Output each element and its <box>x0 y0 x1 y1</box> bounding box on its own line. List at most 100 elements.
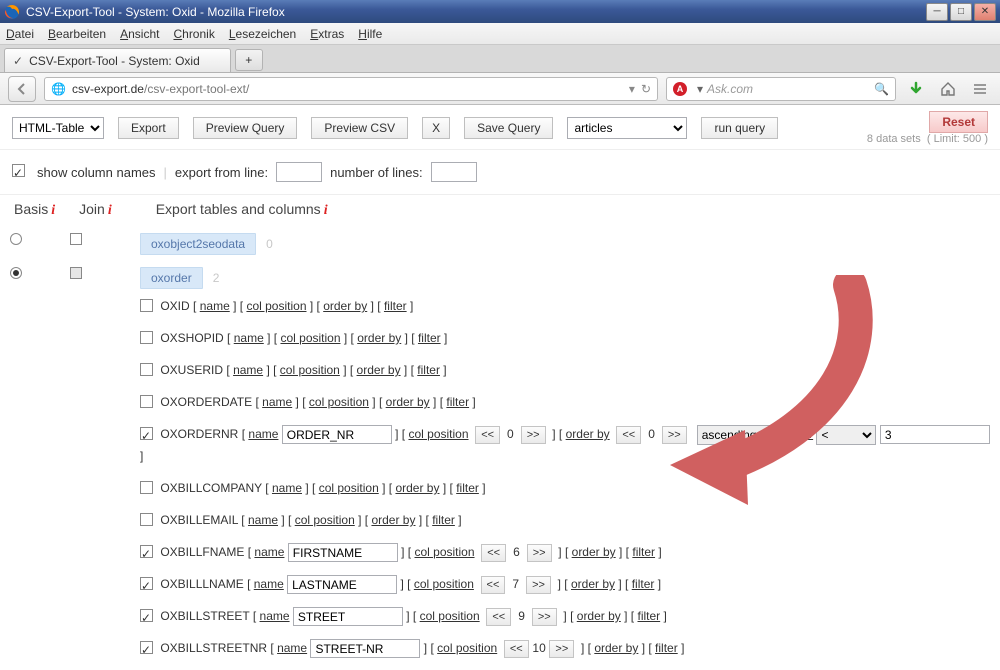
filter-link[interactable]: filter <box>418 331 441 345</box>
menu-item[interactable]: Chronik <box>173 27 214 41</box>
preview-query-button[interactable]: Preview Query <box>193 117 298 139</box>
colpos-link[interactable]: col position <box>280 363 340 377</box>
colpos-link[interactable]: col position <box>280 331 340 345</box>
colpos-link[interactable]: col position <box>437 641 497 655</box>
orderby-link[interactable]: order by <box>571 577 615 591</box>
alias-input[interactable] <box>287 575 397 594</box>
colpos-link[interactable]: col position <box>420 609 480 623</box>
colpos-link[interactable]: col position <box>246 299 306 313</box>
name-link[interactable]: name <box>254 577 284 591</box>
menu-item[interactable]: Ansicht <box>120 27 159 41</box>
order-dec-button[interactable]: << <box>616 426 641 444</box>
orderby-link[interactable]: order by <box>395 481 439 495</box>
filter-link[interactable]: filter <box>446 395 469 409</box>
name-link[interactable]: name <box>234 331 264 345</box>
orderby-link[interactable]: order by <box>572 545 616 559</box>
show-columns-checkbox[interactable] <box>12 164 25 177</box>
num-lines-input[interactable] <box>431 162 477 182</box>
pos-dec-button[interactable]: << <box>486 608 511 626</box>
search-icon[interactable]: 🔍 <box>874 82 889 96</box>
filter-value-input[interactable] <box>880 425 990 444</box>
orderby-link[interactable]: order by <box>386 395 430 409</box>
window-minimize-button[interactable]: ─ <box>926 3 948 21</box>
alias-input[interactable] <box>293 607 403 626</box>
pos-dec-button[interactable]: << <box>475 426 500 444</box>
filter-link[interactable]: filter <box>384 299 407 313</box>
pos-inc-button[interactable]: >> <box>526 576 551 594</box>
search-bar[interactable]: A ▾ Ask.com 🔍 <box>666 77 896 101</box>
clear-button[interactable]: X <box>422 117 450 139</box>
colpos-link[interactable]: col position <box>309 395 369 409</box>
menu-item[interactable]: Hilfe <box>358 27 382 41</box>
menu-item[interactable]: Extras <box>310 27 344 41</box>
column-checkbox[interactable] <box>140 513 153 526</box>
colpos-link[interactable]: col position <box>414 545 474 559</box>
format-select[interactable]: HTML-Table <box>12 117 104 139</box>
name-link[interactable]: name <box>272 481 302 495</box>
alias-input[interactable] <box>310 639 420 658</box>
column-checkbox[interactable] <box>140 427 153 440</box>
home-icon[interactable] <box>936 77 960 101</box>
basis-radio[interactable] <box>10 233 22 245</box>
order-inc-button[interactable]: >> <box>662 426 687 444</box>
colpos-link[interactable]: col position <box>408 427 468 441</box>
filter-op-select[interactable]: < <box>816 425 876 445</box>
column-checkbox[interactable] <box>140 609 153 622</box>
join-checkbox[interactable] <box>70 233 82 245</box>
name-link[interactable]: name <box>233 363 263 377</box>
url-bar[interactable]: 🌐 csv-export.de/csv-export-tool-ext/ ▾ ↻ <box>44 77 658 101</box>
name-link[interactable]: name <box>248 513 278 527</box>
column-checkbox[interactable] <box>140 299 153 312</box>
pos-dec-button[interactable]: << <box>481 576 506 594</box>
back-button[interactable] <box>8 76 36 102</box>
window-maximize-button[interactable]: □ <box>950 3 972 21</box>
export-button[interactable]: Export <box>118 117 179 139</box>
column-checkbox[interactable] <box>140 363 153 376</box>
table-pill[interactable]: oxorder <box>140 267 203 289</box>
orderby-link[interactable]: order by <box>594 641 638 655</box>
filter-link[interactable]: filter <box>638 609 661 623</box>
orderby-link[interactable]: order by <box>357 363 401 377</box>
pos-inc-button[interactable]: >> <box>532 608 557 626</box>
column-checkbox[interactable] <box>140 395 153 408</box>
colpos-link[interactable]: col position <box>319 481 379 495</box>
column-checkbox[interactable] <box>140 577 153 590</box>
column-checkbox[interactable] <box>140 545 153 558</box>
orderby-link[interactable]: order by <box>323 299 367 313</box>
new-tab-button[interactable]: + <box>235 49 263 71</box>
filter-link[interactable]: filter <box>456 481 479 495</box>
save-query-button[interactable]: Save Query <box>464 117 553 139</box>
browser-tab[interactable]: ✓ CSV-Export-Tool - System: Oxid <box>4 48 231 72</box>
filter-link[interactable]: filter <box>432 513 455 527</box>
dropdown-icon[interactable]: ▾ <box>629 82 635 96</box>
column-checkbox[interactable] <box>140 641 153 654</box>
column-checkbox[interactable] <box>140 331 153 344</box>
alias-input[interactable] <box>288 543 398 562</box>
reload-icon[interactable]: ↻ <box>641 82 651 96</box>
name-link[interactable]: name <box>200 299 230 313</box>
order-dir-select[interactable]: ascending <box>697 425 774 445</box>
colpos-link[interactable]: col position <box>414 577 474 591</box>
window-close-button[interactable]: ✕ <box>974 3 996 21</box>
name-link[interactable]: name <box>248 427 278 441</box>
name-link[interactable]: name <box>260 609 290 623</box>
filter-link[interactable]: filter <box>417 363 440 377</box>
orderby-link[interactable]: order by <box>371 513 415 527</box>
chevron-down-icon[interactable]: ▾ <box>697 82 703 96</box>
pos-dec-button[interactable]: << <box>504 640 529 658</box>
colpos-link[interactable]: col position <box>295 513 355 527</box>
menu-item[interactable]: Bearbeiten <box>48 27 106 41</box>
menu-item[interactable]: Lesezeichen <box>229 27 296 41</box>
filter-link[interactable]: filter <box>632 577 655 591</box>
pos-inc-button[interactable]: >> <box>549 640 574 658</box>
name-link[interactable]: name <box>254 545 284 559</box>
orderby-link[interactable]: order by <box>577 609 621 623</box>
orderby-link[interactable]: order by <box>566 427 610 441</box>
basis-radio[interactable] <box>10 267 22 279</box>
name-link[interactable]: name <box>262 395 292 409</box>
menu-item[interactable]: Datei <box>6 27 34 41</box>
column-checkbox[interactable] <box>140 481 153 494</box>
name-link[interactable]: name <box>277 641 307 655</box>
download-icon[interactable] <box>904 77 928 101</box>
reset-button[interactable]: Reset <box>929 111 988 133</box>
